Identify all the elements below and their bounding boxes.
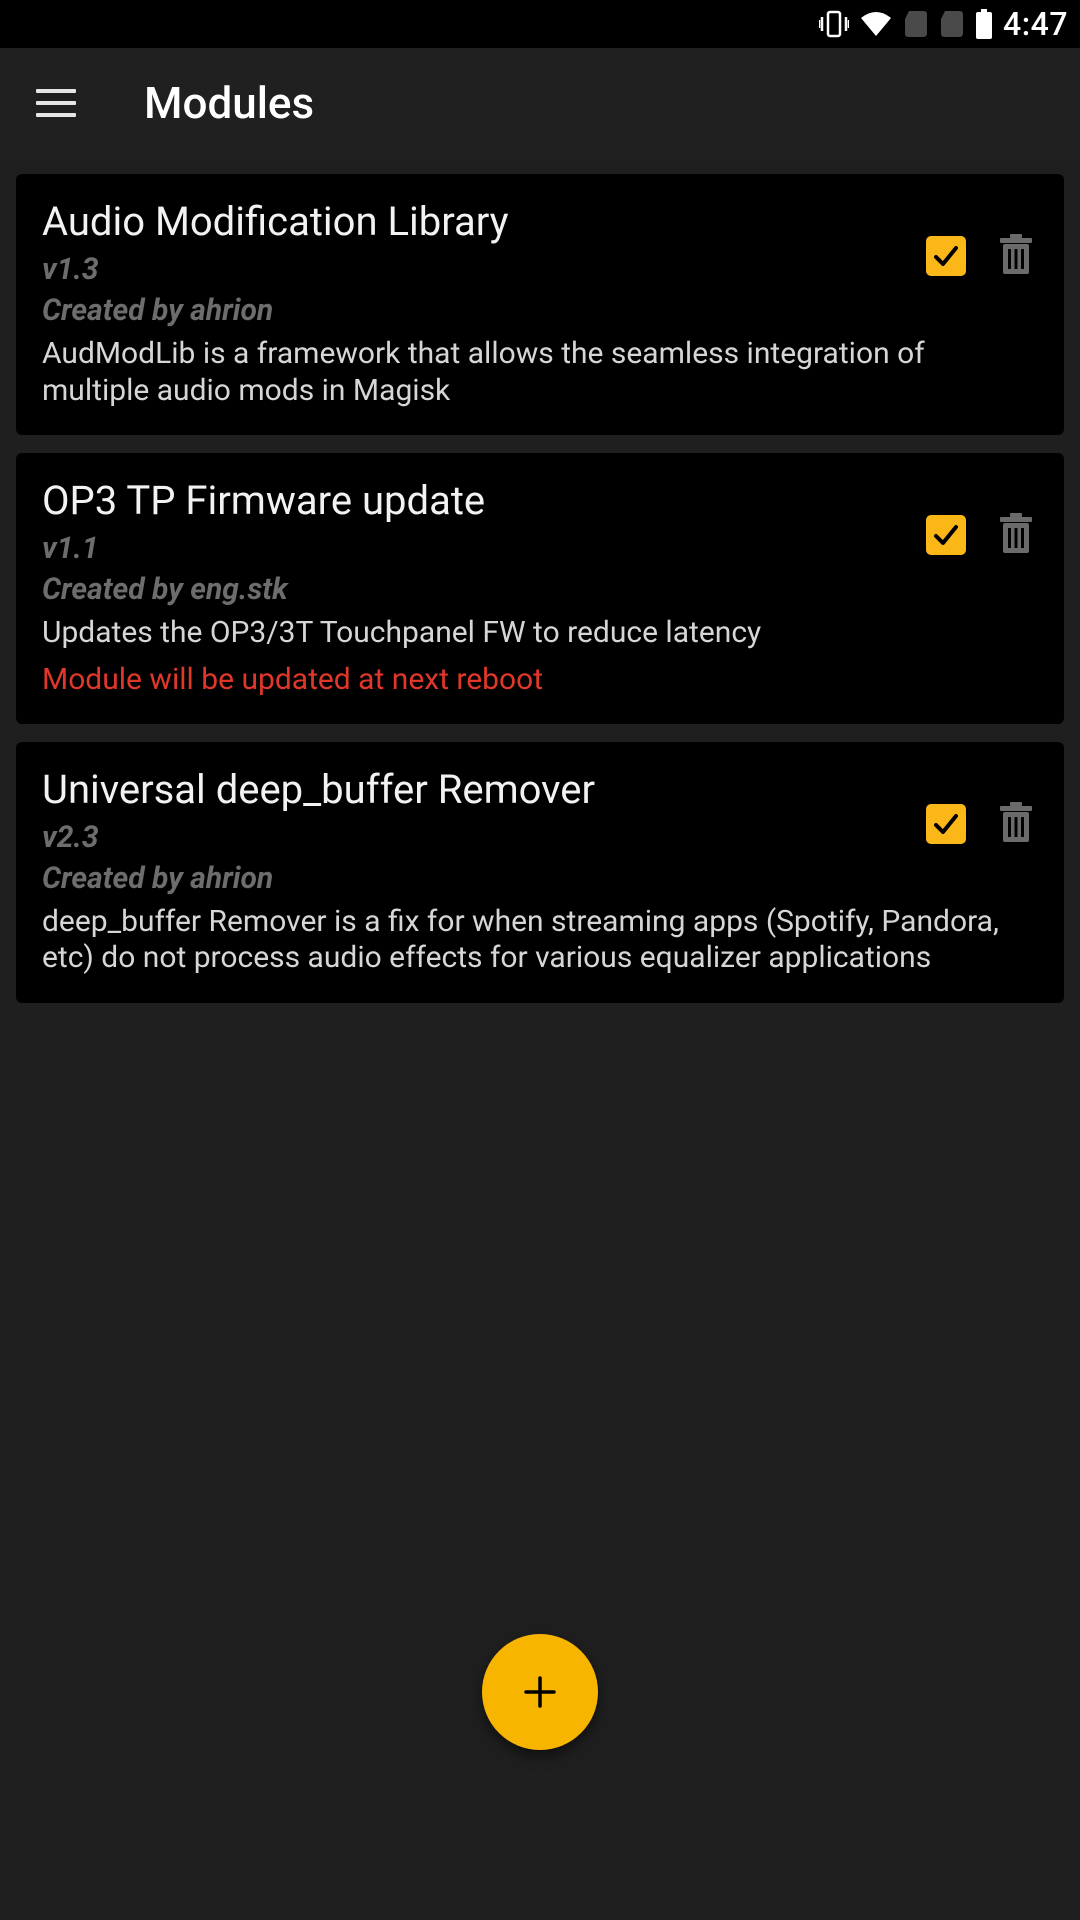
module-version: v1.3: [42, 252, 914, 287]
module-card: Universal deep_buffer Remover v2.3 Creat…: [16, 742, 1064, 1003]
module-version: v1.1: [42, 531, 914, 566]
module-author: Created by eng.stk: [42, 572, 914, 607]
module-description: deep_buffer Remover is a fix for when st…: [42, 904, 1038, 977]
module-notice: Module will be updated at next reboot: [42, 662, 1038, 698]
delete-icon[interactable]: [998, 513, 1034, 557]
vibrate-icon: [819, 10, 849, 38]
add-module-button[interactable]: [482, 1634, 598, 1750]
module-description: AudModLib is a framework that allows the…: [42, 336, 1038, 409]
delete-icon[interactable]: [998, 802, 1034, 846]
module-author: Created by ahrion: [42, 293, 914, 328]
module-title: Universal deep_buffer Remover: [42, 766, 914, 814]
wifi-icon: [859, 10, 893, 38]
battery-icon: [975, 9, 993, 39]
module-title: Audio Modification Library: [42, 198, 914, 246]
app-bar: Modules: [0, 48, 1080, 158]
module-author: Created by ahrion: [42, 861, 914, 896]
status-bar: 4:47: [0, 0, 1080, 48]
no-sim-icon: [903, 9, 929, 39]
menu-icon[interactable]: [36, 83, 76, 123]
no-sim-icon: [939, 9, 965, 39]
enable-checkbox[interactable]: [926, 804, 966, 844]
module-card: OP3 TP Firmware update v1.1 Created by e…: [16, 453, 1064, 724]
status-clock: 4:47: [1003, 5, 1068, 43]
page-title: Modules: [144, 77, 314, 129]
enable-checkbox[interactable]: [926, 236, 966, 276]
module-version: v2.3: [42, 820, 914, 855]
module-title: OP3 TP Firmware update: [42, 477, 914, 525]
module-description: Updates the OP3/3T Touchpanel FW to redu…: [42, 615, 1038, 652]
module-list: Audio Modification Library v1.3 Created …: [0, 158, 1080, 1029]
delete-icon[interactable]: [998, 234, 1034, 278]
enable-checkbox[interactable]: [926, 515, 966, 555]
module-card: Audio Modification Library v1.3 Created …: [16, 174, 1064, 435]
